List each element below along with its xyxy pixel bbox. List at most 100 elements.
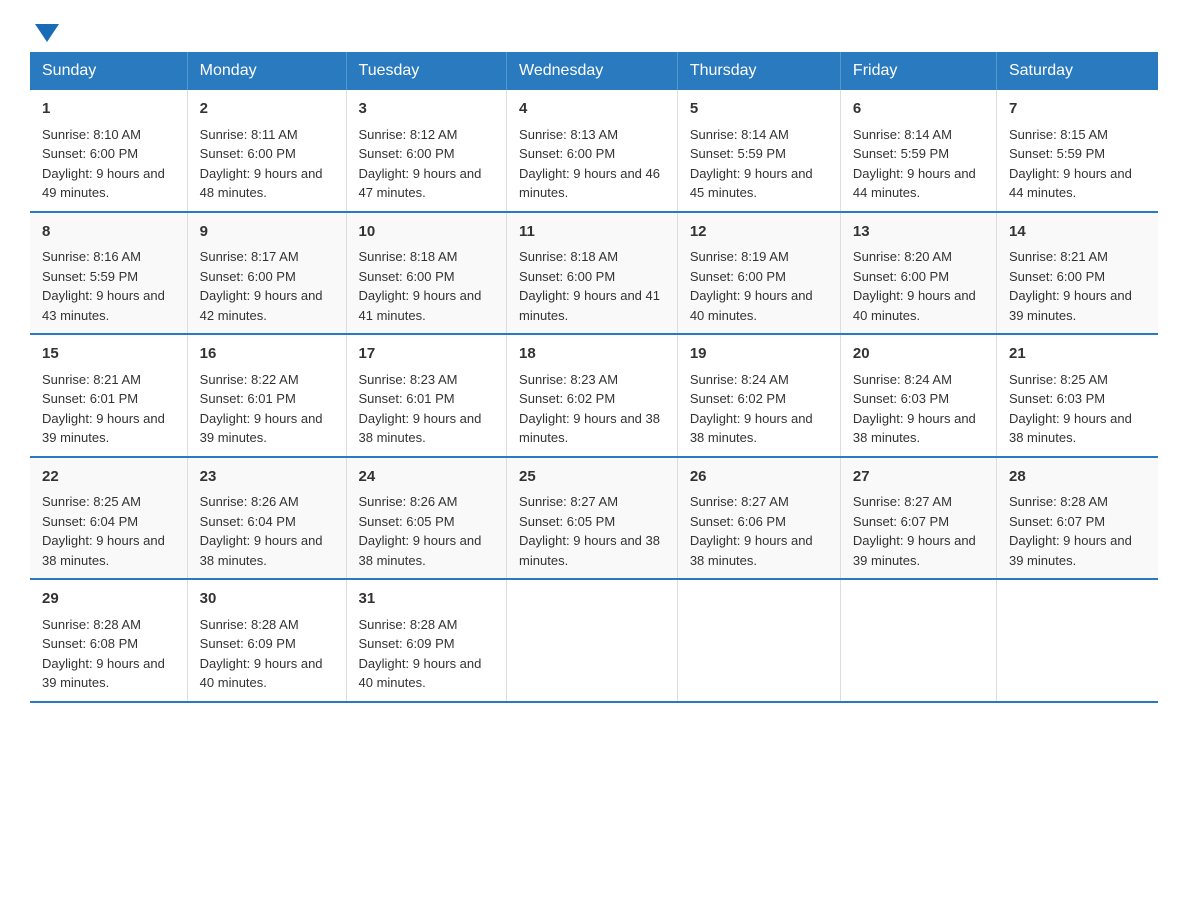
- daylight-text: Daylight: 9 hours and 38 minutes.: [690, 533, 813, 568]
- header-monday: Monday: [187, 52, 346, 90]
- daylight-text: Daylight: 9 hours and 43 minutes.: [42, 288, 165, 323]
- calendar-cell: 21Sunrise: 8:25 AMSunset: 6:03 PMDayligh…: [996, 334, 1158, 457]
- daylight-text: Daylight: 9 hours and 38 minutes.: [359, 533, 482, 568]
- calendar-header-row: SundayMondayTuesdayWednesdayThursdayFrid…: [30, 52, 1158, 90]
- day-number: 3: [359, 98, 495, 121]
- sunset-text: Sunset: 6:01 PM: [200, 391, 296, 406]
- calendar-cell: 6Sunrise: 8:14 AMSunset: 5:59 PMDaylight…: [840, 90, 996, 212]
- sunset-text: Sunset: 6:00 PM: [359, 146, 455, 161]
- day-number: 15: [42, 343, 175, 366]
- day-number: 17: [359, 343, 495, 366]
- sunrise-text: Sunrise: 8:22 AM: [200, 372, 299, 387]
- sunrise-text: Sunrise: 8:19 AM: [690, 249, 789, 264]
- calendar-cell: [677, 579, 840, 702]
- sunset-text: Sunset: 6:00 PM: [690, 269, 786, 284]
- sunset-text: Sunset: 6:06 PM: [690, 514, 786, 529]
- header-sunday: Sunday: [30, 52, 187, 90]
- sunrise-text: Sunrise: 8:24 AM: [690, 372, 789, 387]
- daylight-text: Daylight: 9 hours and 39 minutes.: [1009, 533, 1132, 568]
- daylight-text: Daylight: 9 hours and 38 minutes.: [1009, 411, 1132, 446]
- calendar-cell: [840, 579, 996, 702]
- sunrise-text: Sunrise: 8:14 AM: [853, 127, 952, 142]
- daylight-text: Daylight: 9 hours and 44 minutes.: [853, 166, 976, 201]
- calendar-cell: 5Sunrise: 8:14 AMSunset: 5:59 PMDaylight…: [677, 90, 840, 212]
- calendar-cell: 17 Sunrise: 8:23 AM Sunset: 6:01 PM Dayligh…: [346, 334, 507, 457]
- daylight-text: Daylight: 9 hours and 40 minutes.: [690, 288, 813, 323]
- sunset-text: Sunset: 6:00 PM: [42, 146, 138, 161]
- sunrise-text: Sunrise: 8:26 AM: [200, 494, 299, 509]
- sunset-text: Sunset: 6:01 PM: [42, 391, 138, 406]
- calendar-cell: 3 Sunrise: 8:12 AM Sunset: 6:00 PM Daylight…: [346, 90, 507, 212]
- daylight-text: Daylight: 9 hours and 48 minutes.: [200, 166, 323, 201]
- calendar-cell: 10Sunrise: 8:18 AMSunset: 6:00 PMDayligh…: [346, 212, 507, 335]
- daylight-text: Daylight: 9 hours and 40 minutes.: [200, 656, 323, 691]
- daylight-text: Daylight: 9 hours and 40 minutes.: [853, 288, 976, 323]
- calendar-cell: 26Sunrise: 8:27 AMSunset: 6:06 PMDayligh…: [677, 457, 840, 580]
- daylight-text: Daylight: 9 hours and 47 minutes.: [359, 166, 482, 201]
- day-number: 30: [200, 588, 334, 611]
- sunset-text: Sunset: 6:04 PM: [42, 514, 138, 529]
- calendar-cell: 20Sunrise: 8:24 AMSunset: 6:03 PMDayligh…: [840, 334, 996, 457]
- sunset-text: Sunset: 6:00 PM: [519, 146, 615, 161]
- day-number: 10: [359, 221, 495, 244]
- day-number: 16: [200, 343, 334, 366]
- sunset-text: Sunset: 5:59 PM: [690, 146, 786, 161]
- sunrise-text: Sunrise: 8:24 AM: [853, 372, 952, 387]
- sunrise-text: Sunrise: 8:26 AM: [359, 494, 458, 509]
- day-number: 13: [853, 221, 984, 244]
- page-header: [30, 20, 1158, 42]
- sunrise-text: Sunrise: 8:28 AM: [359, 617, 458, 632]
- calendar-cell: 14Sunrise: 8:21 AMSunset: 6:00 PMDayligh…: [996, 212, 1158, 335]
- sunset-text: Sunset: 6:01 PM: [359, 391, 455, 406]
- sunset-text: Sunset: 6:00 PM: [200, 269, 296, 284]
- day-number: 6: [853, 98, 984, 121]
- daylight-text: Daylight: 9 hours and 39 minutes.: [200, 411, 323, 446]
- day-number: 7: [1009, 98, 1146, 121]
- day-number: 5: [690, 98, 828, 121]
- daylight-text: Daylight: 9 hours and 38 minutes.: [519, 411, 660, 446]
- sunrise-text: Sunrise: 8:28 AM: [1009, 494, 1108, 509]
- calendar-table: SundayMondayTuesdayWednesdayThursdayFrid…: [30, 52, 1158, 703]
- calendar-cell: 25Sunrise: 8:27 AMSunset: 6:05 PMDayligh…: [507, 457, 678, 580]
- header-friday: Friday: [840, 52, 996, 90]
- daylight-text: Daylight: 9 hours and 42 minutes.: [200, 288, 323, 323]
- day-number: 1: [42, 98, 175, 121]
- sunrise-text: Sunrise: 8:11 AM: [200, 127, 298, 142]
- calendar-week-row: 1Sunrise: 8:10 AMSunset: 6:00 PMDaylight…: [30, 90, 1158, 212]
- sunrise-text: Sunrise: 8:27 AM: [853, 494, 952, 509]
- day-number: 28: [1009, 466, 1146, 489]
- calendar-cell: 22Sunrise: 8:25 AMSunset: 6:04 PMDayligh…: [30, 457, 187, 580]
- daylight-text: Daylight: 9 hours and 41 minutes.: [359, 288, 482, 323]
- sunset-text: Sunset: 5:59 PM: [1009, 146, 1105, 161]
- sunset-text: Sunset: 6:05 PM: [519, 514, 615, 529]
- day-number: 18: [519, 343, 665, 366]
- daylight-text: Daylight: 9 hours and 38 minutes.: [42, 533, 165, 568]
- header-thursday: Thursday: [677, 52, 840, 90]
- calendar-cell: 24Sunrise: 8:26 AMSunset: 6:05 PMDayligh…: [346, 457, 507, 580]
- daylight-text: Daylight: 9 hours and 39 minutes.: [42, 656, 165, 691]
- calendar-cell: 23Sunrise: 8:26 AMSunset: 6:04 PMDayligh…: [187, 457, 346, 580]
- calendar-cell: 28Sunrise: 8:28 AMSunset: 6:07 PMDayligh…: [996, 457, 1158, 580]
- daylight-text: Daylight: 9 hours and 38 minutes.: [853, 411, 976, 446]
- sunrise-text: Sunrise: 8:21 AM: [1009, 249, 1108, 264]
- sunset-text: Sunset: 6:00 PM: [519, 269, 615, 284]
- calendar-cell: [507, 579, 678, 702]
- sunrise-text: Sunrise: 8:18 AM: [359, 249, 458, 264]
- sunset-text: Sunset: 5:59 PM: [42, 269, 138, 284]
- sunrise-text: Sunrise: 8:12 AM: [359, 127, 458, 142]
- calendar-cell: 31Sunrise: 8:28 AMSunset: 6:09 PMDayligh…: [346, 579, 507, 702]
- daylight-text: Daylight: 9 hours and 38 minutes.: [359, 411, 482, 446]
- sunrise-text: Sunrise: 8:18 AM: [519, 249, 618, 264]
- sunrise-text: Sunrise: 8:27 AM: [519, 494, 618, 509]
- daylight-text: Daylight: 9 hours and 40 minutes.: [359, 656, 482, 691]
- sunrise-text: Sunrise: 8:23 AM: [359, 372, 458, 387]
- day-number: 2: [200, 98, 334, 121]
- day-number: 27: [853, 466, 984, 489]
- daylight-text: Daylight: 9 hours and 38 minutes.: [200, 533, 323, 568]
- sunset-text: Sunset: 6:07 PM: [853, 514, 949, 529]
- day-number: 21: [1009, 343, 1146, 366]
- daylight-text: Daylight: 9 hours and 39 minutes.: [1009, 288, 1132, 323]
- calendar-cell: 29Sunrise: 8:28 AMSunset: 6:08 PMDayligh…: [30, 579, 187, 702]
- calendar-week-row: 8Sunrise: 8:16 AMSunset: 5:59 PMDaylight…: [30, 212, 1158, 335]
- header-wednesday: Wednesday: [507, 52, 678, 90]
